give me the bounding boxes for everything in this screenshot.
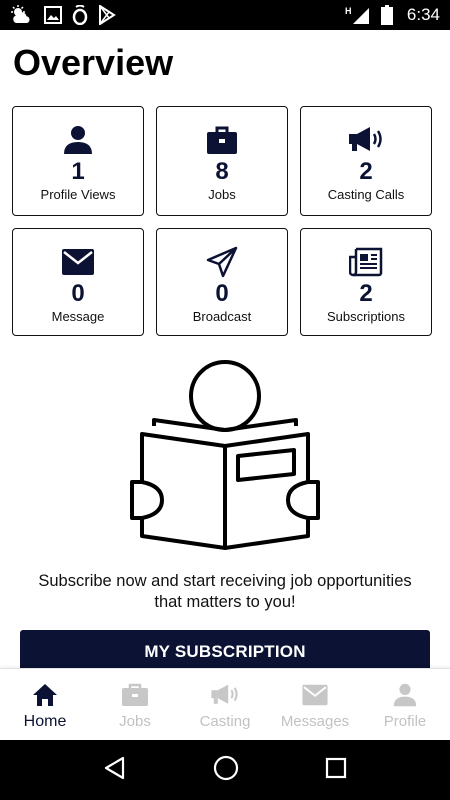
nav-label-home: Home xyxy=(23,713,67,730)
stat-label: Casting Calls xyxy=(327,187,405,202)
status-time: 6:34 xyxy=(406,5,440,24)
stat-card-casting-calls[interactable]: 2 Casting Calls xyxy=(300,106,432,216)
newspaper-icon xyxy=(349,245,383,279)
stat-value: 8 xyxy=(215,158,229,185)
nav-item-jobs[interactable]: Jobs xyxy=(90,669,180,740)
stat-card-subscriptions[interactable]: 2 Subscriptions xyxy=(300,228,432,336)
stats-grid: 1 Profile Views 8 Jobs 2 Casting Calls 0… xyxy=(12,106,432,336)
envelope-icon xyxy=(301,681,329,709)
megaphone-icon xyxy=(348,123,384,157)
system-nav-bar xyxy=(0,740,450,800)
home-icon xyxy=(32,681,58,709)
stat-label: Broadcast xyxy=(192,309,252,324)
status-left xyxy=(10,5,116,25)
status-right: H 6:34 xyxy=(345,5,440,25)
bottom-nav: Home Jobs Casting Messages Profile xyxy=(0,668,450,740)
stat-card-jobs[interactable]: 8 Jobs xyxy=(156,106,288,216)
promo-line-2: that matters to you! xyxy=(154,593,296,611)
stat-label: Message xyxy=(51,309,105,324)
envelope-icon xyxy=(61,245,95,279)
nav-label-casting: Casting xyxy=(199,713,251,730)
nav-item-casting[interactable]: Casting xyxy=(180,669,270,740)
status-bar: H 6:34 xyxy=(0,0,450,30)
person-icon xyxy=(393,681,417,709)
stat-value: 0 xyxy=(215,280,229,307)
battery-icon xyxy=(380,5,393,25)
app-o-icon xyxy=(72,5,88,25)
stat-value: 0 xyxy=(71,280,85,307)
stat-value: 2 xyxy=(359,158,373,185)
stat-card-message[interactable]: 0 Message xyxy=(12,228,144,336)
stat-label: Profile Views xyxy=(40,187,116,202)
briefcase-icon xyxy=(121,681,149,709)
stat-card-profile-views[interactable]: 1 Profile Views xyxy=(12,106,144,216)
back-icon[interactable] xyxy=(103,756,127,785)
recents-icon[interactable] xyxy=(325,757,347,784)
image-icon xyxy=(44,6,62,24)
nav-label-messages: Messages xyxy=(280,713,350,730)
page-title: Overview xyxy=(13,42,174,83)
paper-plane-icon xyxy=(206,245,238,279)
stat-label: Subscriptions xyxy=(326,309,406,324)
briefcase-icon xyxy=(206,123,238,157)
home-button-icon[interactable] xyxy=(213,755,239,786)
network-type-label: H xyxy=(345,6,352,16)
person-icon xyxy=(63,123,93,157)
stat-label: Jobs xyxy=(208,187,236,202)
stat-value: 2 xyxy=(359,280,373,307)
nav-item-profile[interactable]: Profile xyxy=(360,669,450,740)
megaphone-icon xyxy=(210,681,240,709)
promo-text: Subscribe now and start receiving job op… xyxy=(0,571,450,613)
stat-value: 1 xyxy=(71,158,85,185)
reader-illustration xyxy=(128,360,322,552)
nav-item-messages[interactable]: Messages xyxy=(270,669,360,740)
nav-item-home[interactable]: Home xyxy=(0,669,90,740)
stat-card-broadcast[interactable]: 0 Broadcast xyxy=(156,228,288,336)
nav-label-jobs: Jobs xyxy=(119,713,151,730)
nav-label-profile: Profile xyxy=(383,713,427,730)
promo-line-1: Subscribe now and start receiving job op… xyxy=(38,572,412,590)
play-store-icon xyxy=(98,5,116,25)
signal-icon: H xyxy=(345,5,371,25)
weather-icon xyxy=(10,5,34,25)
